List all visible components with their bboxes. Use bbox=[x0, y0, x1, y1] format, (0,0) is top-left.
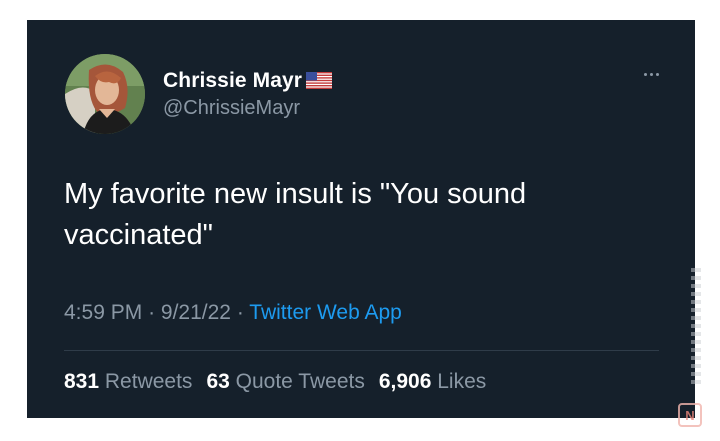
user-handle[interactable]: @ChrissieMayr bbox=[163, 97, 332, 120]
meta-separator: · bbox=[148, 301, 156, 324]
avatar[interactable] bbox=[65, 54, 145, 134]
avatar-image bbox=[65, 54, 145, 134]
tweet-date[interactable]: 9/21/22 bbox=[161, 301, 231, 324]
tweet-source-link[interactable]: Twitter Web App bbox=[249, 301, 402, 324]
display-name-row: Chrissie Mayr bbox=[163, 69, 333, 93]
quote-tweets-stat[interactable]: 63 Quote Tweets bbox=[206, 370, 364, 394]
retweets-label: Retweets bbox=[104, 370, 193, 393]
tweet-card: Chrissie Mayr @ChrissieMayr My favorite … bbox=[27, 20, 695, 418]
more-options-icon[interactable] bbox=[644, 73, 659, 76]
divider bbox=[64, 350, 659, 351]
tweet-meta: 4:59 PM · 9/21/22 · Twitter Web App bbox=[64, 301, 402, 325]
quote-tweets-count: 63 bbox=[206, 370, 230, 393]
user-block: Chrissie Mayr @ChrissieMayr bbox=[163, 69, 333, 120]
side-watermark bbox=[691, 268, 701, 388]
likes-stat[interactable]: 6,906 Likes bbox=[379, 370, 486, 394]
tweet-time[interactable]: 4:59 PM bbox=[64, 301, 142, 324]
tweet-stats: 831 Retweets 63 Quote Tweets 6,906 Likes bbox=[64, 370, 486, 394]
quote-tweets-label: Quote Tweets bbox=[235, 370, 365, 393]
meta-separator: · bbox=[236, 301, 244, 324]
tweet-text: My favorite new insult is "You sound vac… bbox=[64, 178, 527, 251]
retweets-count: 831 bbox=[64, 370, 100, 393]
display-name[interactable]: Chrissie Mayr bbox=[163, 69, 302, 93]
likes-label: Likes bbox=[437, 370, 487, 393]
tweet-header: Chrissie Mayr @ChrissieMayr bbox=[65, 54, 333, 134]
watermark-logo-icon: N bbox=[678, 403, 702, 427]
likes-count: 6,906 bbox=[378, 370, 432, 393]
us-flag-icon bbox=[306, 72, 333, 89]
retweets-stat[interactable]: 831 Retweets bbox=[64, 370, 192, 394]
